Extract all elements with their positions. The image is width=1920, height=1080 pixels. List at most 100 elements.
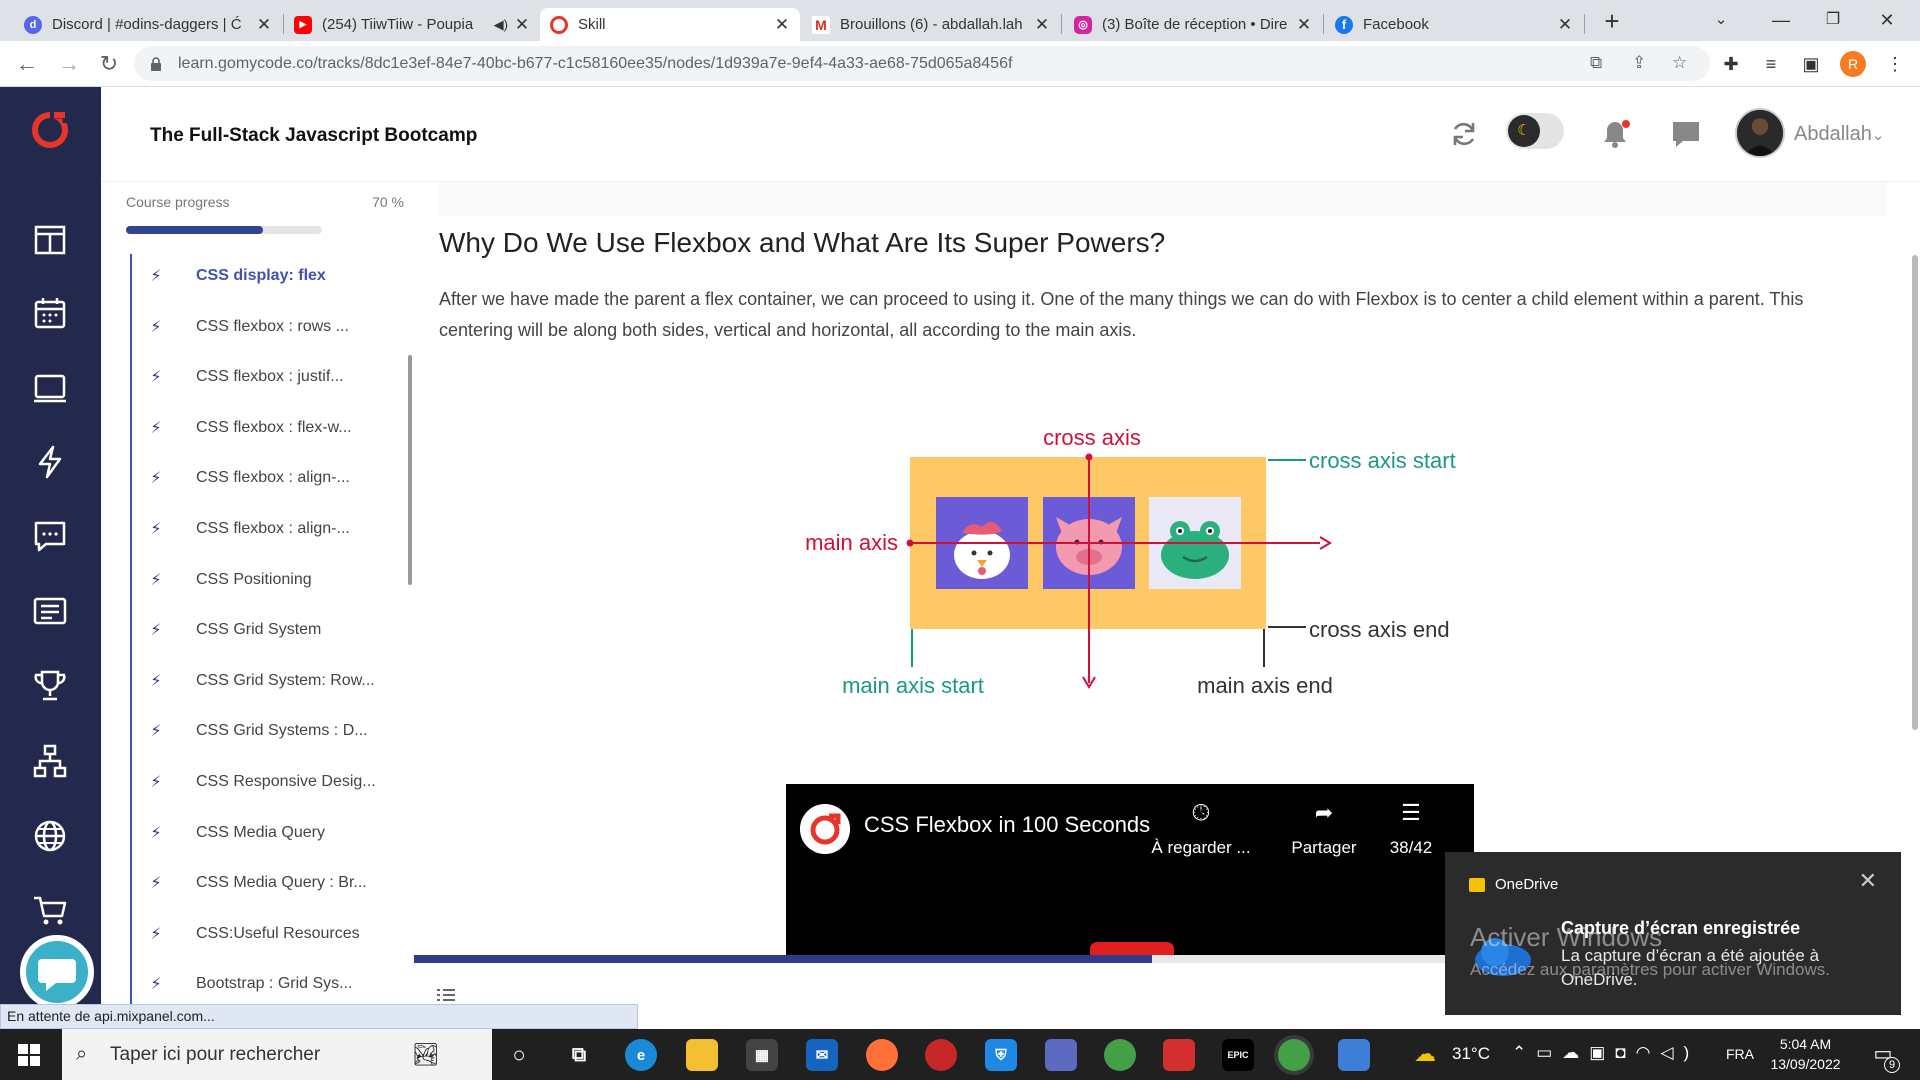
video-title[interactable]: CSS Flexbox in 100 Seconds	[864, 812, 1150, 838]
firefox-icon[interactable]	[866, 1039, 898, 1071]
extensions-icon[interactable]: ✚	[1718, 51, 1744, 77]
lesson-item[interactable]: ⚡︎ CSS flexbox : rows ...	[132, 305, 412, 349]
play-button[interactable]	[1090, 942, 1174, 955]
chat-icon[interactable]	[32, 518, 68, 554]
table-of-contents-icon[interactable]	[437, 988, 455, 1002]
lesson-item[interactable]: ⚡︎ CSS:Useful Resources	[132, 912, 412, 956]
minimize-button[interactable]: —	[1758, 6, 1804, 34]
lesson-item[interactable]: ⚡︎ CSS Positioning	[132, 558, 412, 602]
browser-menu-icon[interactable]: ⋮	[1882, 51, 1908, 77]
flexbox-axis-diagram: cross axis main axis cross axis start cr…	[805, 425, 1456, 698]
bell-icon[interactable]	[1600, 119, 1630, 149]
lesson-item[interactable]: ⚡︎ CSS Grid Systems : D...	[132, 709, 412, 753]
close-tab-icon[interactable]: ✕	[1296, 15, 1312, 35]
epic-games-icon[interactable]: EPIC	[1222, 1039, 1254, 1071]
lightning-icon[interactable]	[32, 444, 68, 480]
user-menu[interactable]: Abdallah⌄	[1794, 123, 1884, 146]
close-tab-icon[interactable]: ✕	[774, 15, 790, 35]
action-center-button[interactable]: ▭ 9	[1870, 1041, 1900, 1073]
media-controls-icon[interactable]: ≡	[1758, 51, 1784, 77]
mail-icon[interactable]: ✉	[806, 1039, 838, 1071]
share-icon[interactable]: ⇪	[1632, 53, 1646, 73]
windows-start-icon[interactable]	[18, 1044, 40, 1066]
lesson-item[interactable]: ⚡︎ CSS display: flex	[132, 254, 412, 298]
microsoft-store-icon[interactable]: ▦	[746, 1039, 778, 1071]
lock-icon[interactable]	[150, 56, 162, 71]
edge-icon[interactable]: e	[625, 1039, 657, 1071]
task-view-icon[interactable]: ⧉	[563, 1039, 595, 1071]
gomycode-logo[interactable]	[30, 109, 70, 149]
main-axis-arrow	[1319, 536, 1332, 550]
laptop-icon[interactable]	[32, 370, 68, 406]
lesson-item[interactable]: ⚡︎ CSS flexbox : flex-w...	[132, 406, 412, 450]
lesson-item[interactable]: ⚡︎ Bootstrap : Grid Sys...	[132, 962, 412, 1006]
chrome-profile-icon[interactable]	[1278, 1039, 1310, 1071]
lesson-item[interactable]: ⚡︎ CSS Media Query	[132, 811, 412, 855]
new-tab-button[interactable]: +	[1598, 8, 1626, 36]
globe-icon[interactable]	[32, 818, 68, 854]
lesson-item[interactable]: ⚡︎ CSS Grid System	[132, 608, 412, 652]
file-explorer-icon[interactable]	[686, 1039, 718, 1071]
close-tab-icon[interactable]: ✕	[514, 15, 530, 35]
language-indicator[interactable]: FRA	[1726, 1046, 1754, 1062]
taskbar-search-box[interactable]: ⌕ Taper ici pour rechercher 🏞︎	[62, 1029, 492, 1080]
bookmark-star-icon[interactable]: ☆	[1672, 53, 1687, 73]
lesson-item[interactable]: ⚡︎ CSS Grid System: Row...	[132, 659, 412, 703]
tab-discord[interactable]: d Discord | #odins-daggers | Ć ✕	[14, 8, 282, 41]
defender-icon[interactable]: ⛨	[985, 1039, 1017, 1071]
tab-skill[interactable]: Skill ✕	[540, 8, 800, 41]
video-embed[interactable]: CSS Flexbox in 100 Seconds 🕓︎ À regarder…	[786, 784, 1474, 955]
audio-playing-icon[interactable]: ◀)	[494, 17, 508, 33]
lesson-item[interactable]: ⚡︎ CSS Responsive Desig...	[132, 760, 412, 804]
temperature[interactable]: 31°C	[1452, 1044, 1490, 1064]
game-app-icon[interactable]	[925, 1039, 957, 1071]
clock-time: 5:04 AM	[1779, 1036, 1832, 1052]
dashboard-icon[interactable]	[32, 221, 68, 257]
calendar-icon[interactable]	[32, 295, 68, 331]
playlist-button[interactable]: ☰ 38/42	[1361, 800, 1461, 858]
address-bar[interactable]: learn.gomycode.co/tracks/8dc1e3ef-84e7-4…	[134, 46, 1710, 81]
cart-icon[interactable]	[32, 892, 68, 928]
tab-search-chevron-icon[interactable]: ⌄	[1698, 6, 1744, 34]
restore-button[interactable]: ❐	[1810, 6, 1856, 34]
close-tab-icon[interactable]: ✕	[256, 15, 272, 35]
clock[interactable]: 5:04 AM 13/09/2022	[1763, 1034, 1848, 1074]
close-notification-button[interactable]: ✕	[1859, 868, 1877, 894]
lesson-item[interactable]: ⚡︎ CSS flexbox : align-...	[132, 507, 412, 551]
lesson-item[interactable]: ⚡︎ CSS flexbox : justif...	[132, 355, 412, 399]
tab-instagram[interactable]: ◎ (3) Boîte de réception • Dire ✕	[1064, 8, 1322, 41]
forward-button[interactable]: →	[54, 50, 84, 78]
lesson-item[interactable]: ⚡︎ CSS Media Query : Br...	[132, 861, 412, 905]
tab-facebook[interactable]: f Facebook ✕	[1325, 8, 1583, 41]
support-chat-button[interactable]	[20, 935, 94, 1009]
lesson-item[interactable]: ⚡︎ CSS flexbox : align-...	[132, 456, 412, 500]
user-avatar[interactable]	[1735, 108, 1785, 158]
side-panel-icon[interactable]: ▣	[1798, 51, 1824, 77]
close-tab-icon[interactable]: ✕	[1557, 15, 1573, 35]
trophy-icon[interactable]	[32, 668, 68, 704]
close-window-button[interactable]: ✕	[1864, 6, 1910, 34]
back-button[interactable]: ←	[12, 50, 42, 78]
refresh-icon[interactable]	[1449, 119, 1479, 149]
app-red-icon[interactable]	[1163, 1039, 1195, 1071]
hierarchy-icon[interactable]	[32, 743, 68, 779]
sidebar-scrollbar[interactable]	[408, 355, 412, 585]
system-tray-icons[interactable]: ⌃▭☁▣◘◠◁)	[1512, 1043, 1699, 1063]
translate-icon[interactable]: ⧉	[1590, 53, 1602, 73]
channel-logo[interactable]	[800, 804, 850, 854]
dark-mode-toggle[interactable]: ☾	[1506, 113, 1564, 149]
close-tab-icon[interactable]: ✕	[1034, 15, 1050, 35]
photos-icon[interactable]	[1338, 1039, 1370, 1071]
weather-icon[interactable]: ☁	[1414, 1041, 1436, 1067]
tab-gmail[interactable]: M Brouillons (6) - abdallah.lah ✕	[802, 8, 1060, 41]
profile-avatar[interactable]: R	[1840, 51, 1866, 77]
teams-icon[interactable]	[1045, 1039, 1077, 1071]
tab-youtube[interactable]: ▶ (254) TiiwTiiw - Poupia ◀) ✕	[284, 8, 540, 41]
page-scrollbar[interactable]	[1912, 255, 1918, 730]
messages-icon[interactable]	[1671, 119, 1701, 149]
watch-later-button[interactable]: 🕓︎ À regarder ...	[1146, 800, 1256, 858]
document-icon[interactable]	[32, 593, 68, 629]
reload-button[interactable]: ↻	[94, 50, 124, 78]
cortana-icon[interactable]: ○	[503, 1039, 535, 1071]
chrome-icon[interactable]	[1104, 1039, 1136, 1071]
